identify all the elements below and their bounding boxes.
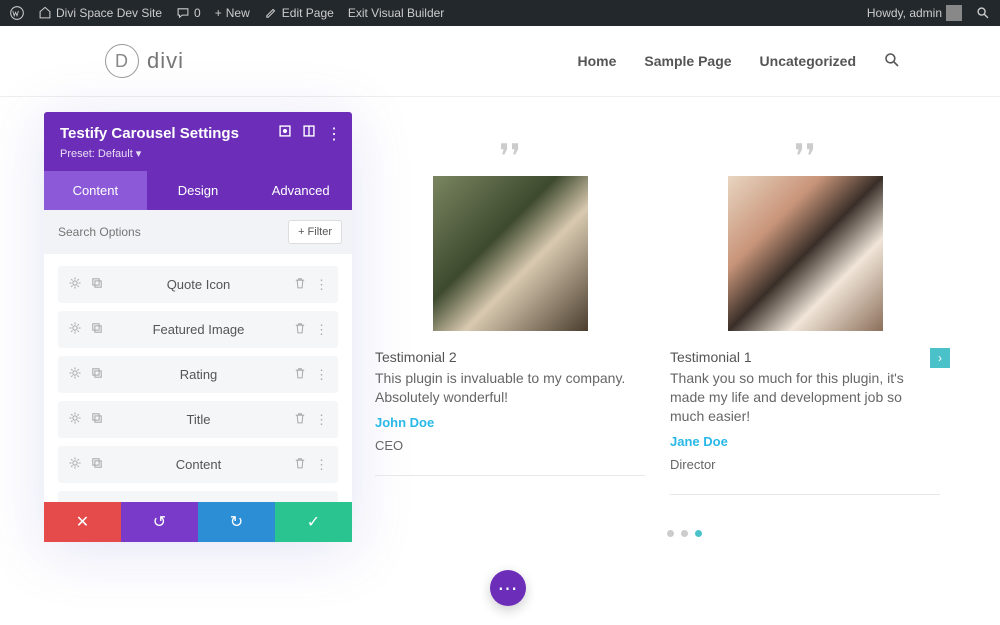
gear-icon[interactable] xyxy=(68,321,82,338)
cancel-button[interactable]: ✕ xyxy=(44,502,121,542)
divider xyxy=(375,475,645,476)
more-icon[interactable]: ⋮ xyxy=(315,412,328,428)
list-item[interactable]: Featured Image ⋮ xyxy=(58,311,338,348)
carousel-dot[interactable] xyxy=(681,530,688,537)
search-icon[interactable] xyxy=(976,6,990,20)
trash-icon[interactable] xyxy=(293,321,307,338)
plus-icon: + xyxy=(298,226,304,238)
comments-link[interactable]: 0 xyxy=(176,6,201,20)
list-item[interactable]: Title ⋮ xyxy=(58,401,338,438)
divider xyxy=(670,494,940,495)
gear-icon[interactable] xyxy=(68,411,82,428)
tab-advanced[interactable]: Advanced xyxy=(249,171,352,210)
chevron-right-icon: › xyxy=(938,351,942,365)
testimonial-author[interactable]: Jane Doe xyxy=(670,434,940,449)
trash-icon[interactable] xyxy=(293,276,307,293)
list-item[interactable]: Quote Icon ⋮ xyxy=(58,266,338,303)
site-logo[interactable]: D divi xyxy=(105,44,184,78)
item-list: Quote Icon ⋮ Featured Image ⋮ Rating ⋮ T… xyxy=(44,254,352,502)
exit-builder-link[interactable]: Exit Visual Builder xyxy=(348,6,445,20)
testimonial-carousel: ❜❜ Testimonial 2 This plugin is invaluab… xyxy=(375,150,940,495)
duplicate-icon[interactable] xyxy=(90,411,104,428)
testimonial-title: Testimonial 1 xyxy=(670,349,940,365)
testimonial-card: ❜❜ Testimonial 2 This plugin is invaluab… xyxy=(375,150,645,495)
search-input[interactable] xyxy=(58,225,213,239)
main-nav: Home Sample Page Uncategorized xyxy=(577,52,900,71)
testimonial-author[interactable]: John Doe xyxy=(375,415,645,430)
more-icon[interactable]: ⋮ xyxy=(315,277,328,293)
gear-icon[interactable] xyxy=(68,276,82,293)
builder-fab[interactable]: ⋯ xyxy=(490,570,526,606)
list-item[interactable]: Rating ⋮ xyxy=(58,356,338,393)
duplicate-icon[interactable] xyxy=(90,366,104,383)
testimonial-body: Thank you so much for this plugin, it's … xyxy=(670,369,940,426)
carousel-next-button[interactable]: › xyxy=(930,348,950,368)
trash-icon[interactable] xyxy=(293,456,307,473)
panel-header: Testify Carousel Settings Preset: Defaul… xyxy=(44,112,352,171)
columns-icon[interactable] xyxy=(302,124,316,144)
carousel-dots xyxy=(428,530,940,537)
search-bar: +Filter xyxy=(44,210,352,254)
undo-button[interactable]: ↺ xyxy=(121,502,198,542)
preset-selector[interactable]: Preset: Default▾ xyxy=(60,147,336,160)
gear-icon[interactable] xyxy=(68,456,82,473)
panel-tabs: Content Design Advanced xyxy=(44,171,352,210)
nav-search-icon[interactable] xyxy=(884,52,900,71)
testimonial-title: Testimonial 2 xyxy=(375,349,645,365)
testimonial-photo xyxy=(728,176,883,331)
quote-icon: ❜❜ xyxy=(375,150,645,174)
carousel-dot[interactable] xyxy=(667,530,674,537)
tab-content[interactable]: Content xyxy=(44,171,147,210)
logo-circle-icon: D xyxy=(105,44,139,78)
chevron-down-icon: ▾ xyxy=(136,147,142,160)
dots-icon: ⋯ xyxy=(498,576,519,601)
redo-icon: ↻ xyxy=(230,512,243,532)
expand-icon[interactable] xyxy=(278,124,292,144)
trash-icon[interactable] xyxy=(293,366,307,383)
list-item[interactable]: Content ⋮ xyxy=(58,446,338,483)
nav-sample-page[interactable]: Sample Page xyxy=(644,53,731,69)
site-link[interactable]: Divi Space Dev Site xyxy=(38,6,162,20)
testimonial-photo xyxy=(433,176,588,331)
filter-button[interactable]: +Filter xyxy=(288,220,342,244)
nav-uncategorized[interactable]: Uncategorized xyxy=(760,53,856,69)
duplicate-icon[interactable] xyxy=(90,276,104,293)
more-icon[interactable]: ⋮ xyxy=(315,367,328,383)
user-greeting[interactable]: Howdy, admin xyxy=(867,5,962,21)
close-icon: ✕ xyxy=(76,512,89,532)
tab-design[interactable]: Design xyxy=(147,171,250,210)
duplicate-icon[interactable] xyxy=(90,456,104,473)
save-button[interactable]: ✓ xyxy=(275,502,352,542)
duplicate-icon[interactable] xyxy=(90,321,104,338)
avatar xyxy=(946,5,962,21)
more-icon[interactable]: ⋮ xyxy=(315,322,328,338)
more-icon[interactable]: ⋮ xyxy=(326,124,342,144)
testimonial-body: This plugin is invaluable to my company.… xyxy=(375,369,645,407)
undo-icon: ↺ xyxy=(153,512,166,532)
quote-icon: ❜❜ xyxy=(670,150,940,174)
wp-logo-icon[interactable] xyxy=(10,6,24,20)
testimonial-card: ❜❜ Testimonial 1 Thank you so much for t… xyxy=(670,150,940,495)
new-link[interactable]: +New xyxy=(215,6,250,20)
wp-admin-bar: Divi Space Dev Site 0 +New Edit Page Exi… xyxy=(0,0,1000,26)
plus-icon: + xyxy=(215,6,222,20)
carousel-dot[interactable] xyxy=(695,530,702,537)
nav-home[interactable]: Home xyxy=(577,53,616,69)
gear-icon[interactable] xyxy=(68,366,82,383)
settings-panel: Testify Carousel Settings Preset: Defaul… xyxy=(44,112,352,542)
more-icon[interactable]: ⋮ xyxy=(315,457,328,473)
check-icon: ✓ xyxy=(307,512,320,532)
testimonial-role: Director xyxy=(670,457,940,472)
testimonial-role: CEO xyxy=(375,438,645,453)
redo-button[interactable]: ↻ xyxy=(198,502,275,542)
panel-footer: ✕ ↺ ↻ ✓ xyxy=(44,502,352,542)
list-item[interactable]: Author ⋮ xyxy=(58,491,338,502)
trash-icon[interactable] xyxy=(293,411,307,428)
edit-page-link[interactable]: Edit Page xyxy=(264,6,334,20)
site-header: D divi Home Sample Page Uncategorized xyxy=(0,26,1000,97)
